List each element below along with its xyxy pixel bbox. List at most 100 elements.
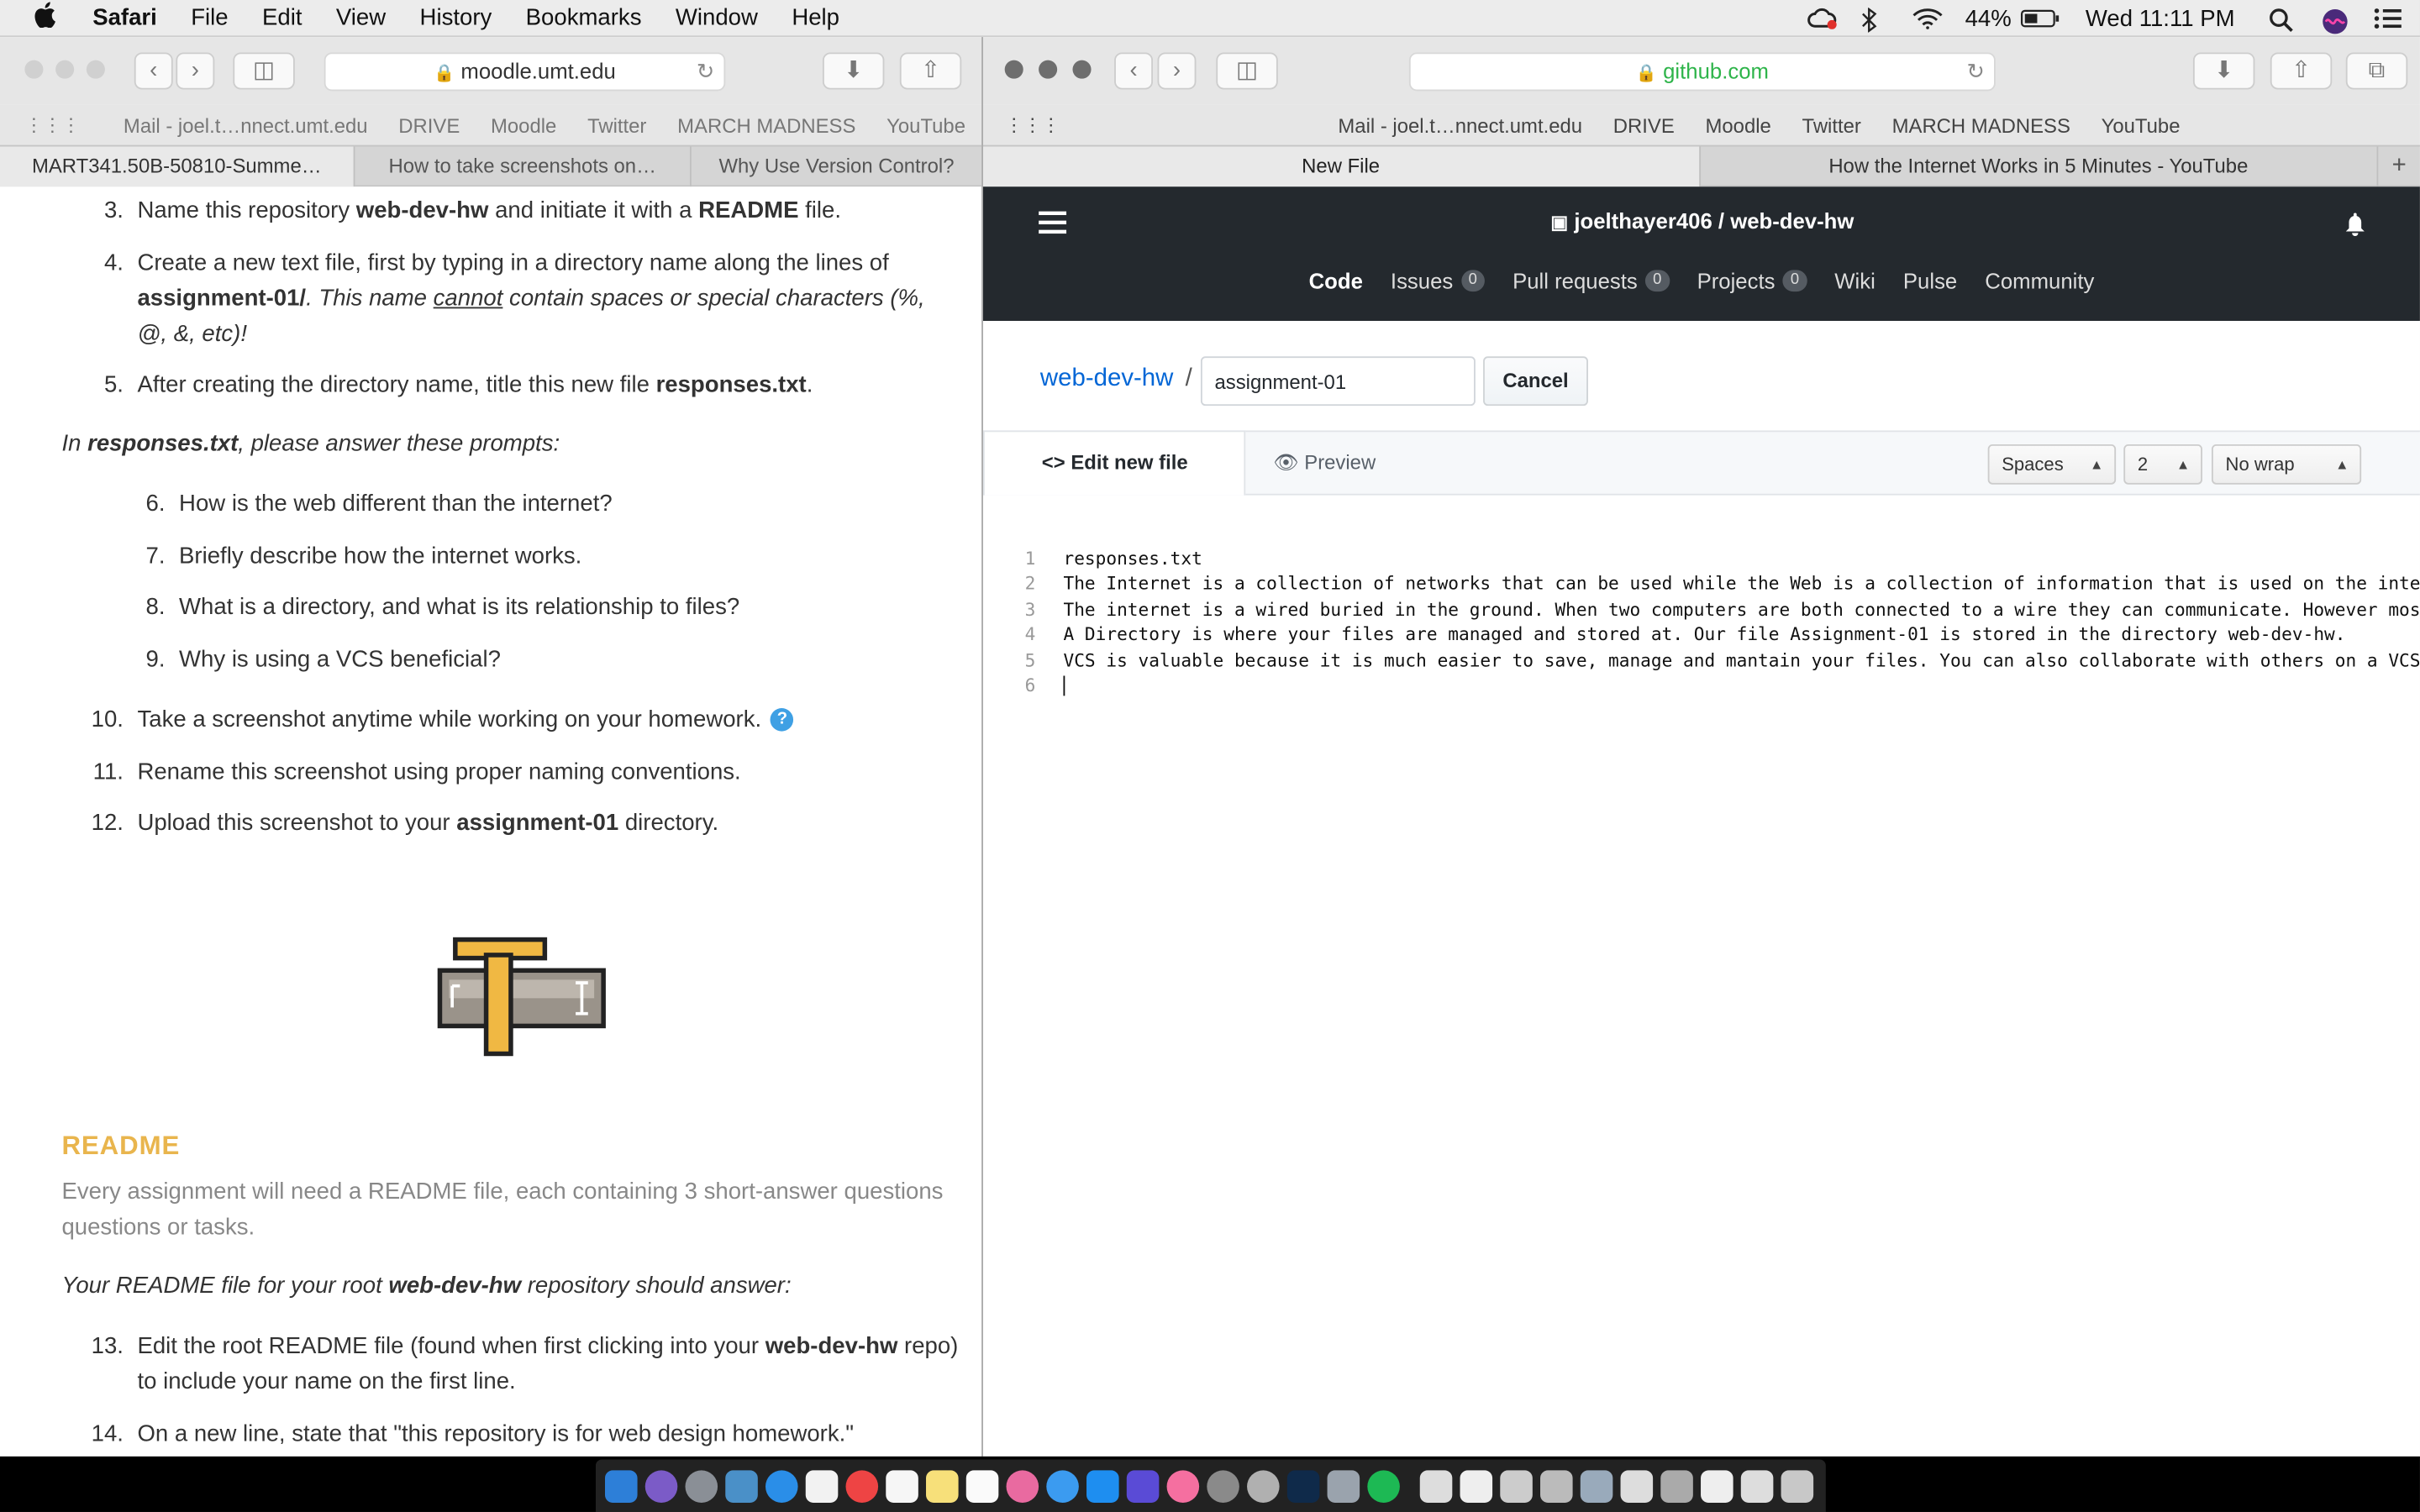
nav-issues[interactable]: Issues 0 bbox=[1391, 269, 1486, 293]
photos-icon[interactable] bbox=[1006, 1469, 1039, 1503]
finder-icon[interactable] bbox=[604, 1469, 638, 1503]
textedit-icon[interactable] bbox=[805, 1469, 839, 1503]
menu-app-name[interactable]: Safari bbox=[92, 5, 157, 31]
trash-icon[interactable] bbox=[1781, 1469, 1814, 1503]
breadcrumb-repo-link[interactable]: web-dev-hw bbox=[1040, 365, 1173, 393]
tab-version-control[interactable]: Why Use Version Control? bbox=[692, 146, 981, 186]
bookmark-mail[interactable]: Mail - joel.t…nnect.umt.edu bbox=[124, 113, 368, 137]
bookmark-youtube[interactable]: YouTube bbox=[2102, 113, 2181, 137]
nav-projects[interactable]: Projects 0 bbox=[1697, 269, 1807, 293]
downloads-button[interactable]: ⬇ bbox=[822, 52, 885, 90]
preview-icon[interactable] bbox=[725, 1469, 758, 1503]
bookmark-march-madness[interactable]: MARCH MADNESS bbox=[677, 113, 855, 137]
bluetooth-icon[interactable] bbox=[1860, 7, 1888, 34]
sidebar-toggle-button[interactable]: ◫ bbox=[233, 52, 295, 90]
top-sites-grid-icon[interactable]: ⋮⋮⋮ bbox=[24, 114, 80, 136]
minimize-window-button[interactable] bbox=[1039, 60, 1058, 79]
document-icon[interactable] bbox=[1580, 1469, 1613, 1503]
menu-clock[interactable]: Wed 11:11 PM bbox=[2086, 5, 2235, 31]
menu-bookmarks[interactable]: Bookmarks bbox=[526, 5, 642, 31]
tab-edit-new-file[interactable]: <> Edit new file bbox=[982, 430, 1246, 496]
nav-pull-requests[interactable]: Pull requests 0 bbox=[1512, 269, 1670, 293]
bookmark-drive[interactable]: DRIVE bbox=[1613, 113, 1675, 137]
battery-icon[interactable] bbox=[2021, 8, 2061, 29]
repo-name-link[interactable]: web-dev-hw bbox=[1730, 208, 1854, 233]
forward-button[interactable]: › bbox=[176, 52, 215, 90]
nav-wiki[interactable]: Wiki bbox=[1834, 269, 1876, 293]
downloads-stack-icon[interactable] bbox=[1419, 1469, 1453, 1503]
siri-dock-icon[interactable] bbox=[644, 1469, 678, 1503]
document-icon[interactable] bbox=[1701, 1469, 1733, 1503]
nav-pulse[interactable]: Pulse bbox=[1903, 269, 1957, 293]
minimize-window-button[interactable] bbox=[55, 60, 75, 79]
bookmark-twitter[interactable]: Twitter bbox=[1802, 113, 1861, 137]
indent-mode-select[interactable]: Spaces ▲ bbox=[1987, 444, 2117, 485]
tab-youtube-internet[interactable]: How the Internet Works in 5 Minutes - Yo… bbox=[1700, 146, 2379, 187]
document-icon[interactable] bbox=[1740, 1469, 1774, 1503]
back-button[interactable]: ‹ bbox=[1114, 52, 1154, 90]
document-icon[interactable] bbox=[1620, 1469, 1654, 1503]
siri-icon[interactable] bbox=[2321, 8, 2349, 34]
address-bar[interactable]: 🔒 github.com ↻ bbox=[1408, 52, 1996, 92]
spotify-icon[interactable] bbox=[1367, 1469, 1400, 1503]
new-tab-button[interactable]: + bbox=[2378, 146, 2420, 186]
tab-overview-button[interactable]: ⧉ bbox=[2345, 52, 2408, 90]
wrap-mode-select[interactable]: No wrap ▲ bbox=[2211, 444, 2362, 485]
cancel-button[interactable]: Cancel bbox=[1483, 356, 1588, 407]
close-window-button[interactable] bbox=[24, 60, 44, 79]
address-bar[interactable]: 🔒 moodle.umt.edu ↻ bbox=[324, 52, 726, 92]
imovie-icon[interactable] bbox=[1126, 1469, 1160, 1503]
menu-history[interactable]: History bbox=[420, 5, 492, 31]
system-preferences-icon[interactable] bbox=[1207, 1469, 1239, 1503]
launchpad-icon[interactable] bbox=[685, 1469, 718, 1503]
sidebar-toggle-button[interactable]: ◫ bbox=[1216, 52, 1278, 90]
bookmark-march-madness[interactable]: MARCH MADNESS bbox=[1892, 113, 2070, 137]
close-window-button[interactable] bbox=[1004, 60, 1023, 79]
document-icon[interactable] bbox=[1500, 1469, 1533, 1503]
tab-screenshots[interactable]: How to take screenshots on… bbox=[355, 146, 692, 187]
share-button[interactable]: ⇧ bbox=[2270, 52, 2333, 90]
tab-mart341[interactable]: MART341.50B-50810-Summe… bbox=[0, 146, 355, 187]
nav-code[interactable]: Code bbox=[1309, 269, 1363, 293]
menu-view[interactable]: View bbox=[336, 5, 386, 31]
forward-button[interactable]: › bbox=[1157, 52, 1197, 90]
reminders-icon[interactable] bbox=[965, 1469, 999, 1503]
menu-help[interactable]: Help bbox=[792, 5, 839, 31]
zoom-window-button[interactable] bbox=[1072, 60, 1092, 79]
menu-window[interactable]: Window bbox=[676, 5, 758, 31]
code-editor[interactable]: 1 responses.txt 2 The Internet is a collec… bbox=[983, 546, 2420, 698]
document-icon[interactable] bbox=[1540, 1469, 1573, 1503]
indent-size-select[interactable]: 2 ▲ bbox=[2123, 444, 2202, 485]
chrome-icon[interactable] bbox=[845, 1469, 879, 1503]
creative-cloud-icon[interactable] bbox=[1807, 8, 1838, 29]
reload-icon[interactable]: ↻ bbox=[1966, 54, 1985, 89]
menu-file[interactable]: File bbox=[191, 5, 228, 31]
bookmark-moodle[interactable]: Moodle bbox=[491, 113, 556, 137]
bookmark-mail[interactable]: Mail - joel.t…nnect.umt.edu bbox=[1338, 113, 1582, 137]
back-button[interactable]: ‹ bbox=[134, 52, 173, 90]
nav-community[interactable]: Community bbox=[1985, 269, 2094, 293]
notifications-bell-icon[interactable] bbox=[2344, 212, 2366, 244]
help-icon[interactable]: ? bbox=[771, 708, 794, 732]
screenshot-app-icon[interactable] bbox=[1327, 1469, 1360, 1503]
app-store-icon[interactable] bbox=[1086, 1469, 1119, 1503]
calendar-icon[interactable] bbox=[886, 1469, 918, 1503]
zoom-window-button[interactable] bbox=[86, 60, 105, 79]
filename-input[interactable] bbox=[1200, 356, 1476, 407]
top-sites-grid-icon[interactable]: ⋮⋮⋮ bbox=[1005, 114, 1060, 136]
notification-center-icon[interactable] bbox=[2374, 8, 2402, 29]
share-button[interactable]: ⇧ bbox=[899, 52, 962, 90]
menu-edit[interactable]: Edit bbox=[262, 5, 302, 31]
utility-icon[interactable] bbox=[1247, 1469, 1280, 1503]
notes-icon[interactable] bbox=[926, 1469, 959, 1503]
spotlight-search-icon[interactable] bbox=[2269, 8, 2296, 33]
bookmark-moodle[interactable]: Moodle bbox=[1705, 113, 1770, 137]
downloads-button[interactable]: ⬇ bbox=[2192, 52, 2255, 90]
photoshop-icon[interactable] bbox=[1286, 1469, 1320, 1503]
itunes-icon[interactable] bbox=[1166, 1469, 1200, 1503]
bookmark-twitter[interactable]: Twitter bbox=[587, 113, 646, 137]
wifi-icon[interactable] bbox=[1912, 8, 1944, 29]
apple-menu-icon[interactable] bbox=[34, 1, 61, 34]
bookmark-youtube[interactable]: YouTube bbox=[886, 113, 965, 137]
reload-icon[interactable]: ↻ bbox=[697, 54, 715, 89]
